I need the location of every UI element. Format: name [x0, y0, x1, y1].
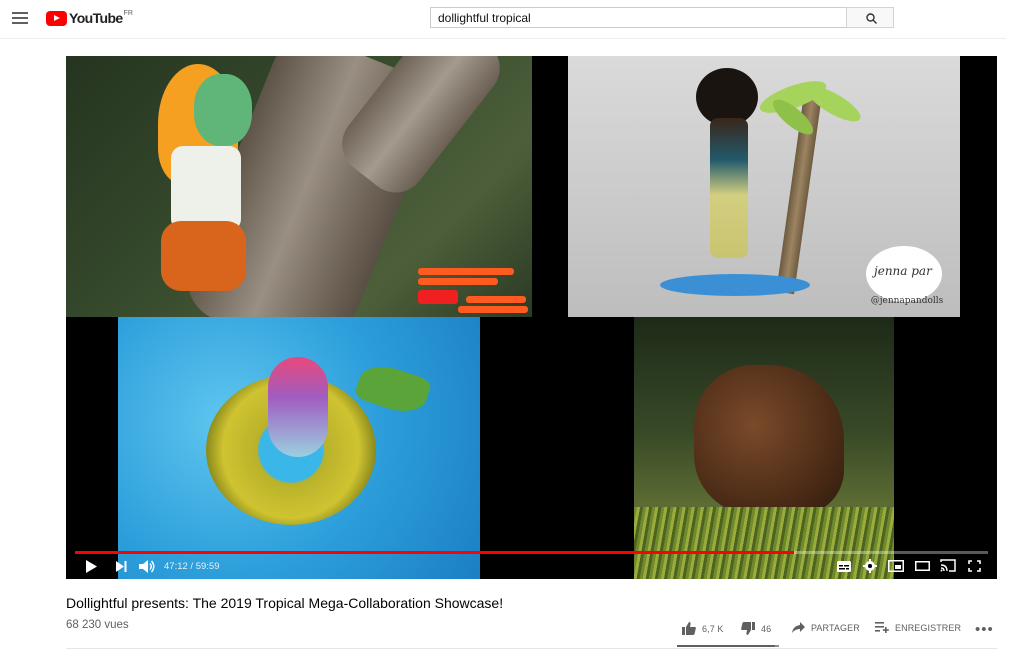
info-divider	[66, 648, 997, 649]
player-controls: 47:12 / 59:59	[66, 556, 997, 579]
sentiment-like-fill	[677, 645, 775, 647]
share-label: PARTAGER	[811, 622, 860, 633]
time-display: 47:12 / 59:59	[164, 561, 219, 572]
playlist-add-icon	[875, 622, 889, 633]
time-total: 59:59	[195, 561, 220, 572]
logo-region: FR	[123, 9, 133, 17]
settings-icon[interactable]	[863, 559, 877, 573]
miniplayer-icon[interactable]	[888, 560, 904, 572]
jenna-logo: jenna par	[866, 246, 942, 302]
video-frame-bottom-left	[118, 317, 480, 579]
progress-bar[interactable]	[75, 551, 988, 554]
jenna-handle: @jennapandolls	[870, 296, 944, 306]
like-count: 6,7 K	[702, 623, 724, 634]
volume-icon[interactable]	[139, 560, 155, 573]
time-separator: /	[187, 561, 196, 572]
menu-icon[interactable]	[12, 11, 28, 25]
search-input[interactable]	[430, 7, 846, 28]
progress-played	[75, 551, 794, 554]
cast-icon[interactable]	[940, 559, 956, 572]
dislike-button[interactable]: 46	[741, 622, 771, 635]
jenna-logo-text: jenna par	[874, 264, 932, 278]
share-button[interactable]: PARTAGER	[792, 622, 860, 633]
youtube-logo-icon	[46, 10, 67, 26]
logo-text: YouTube	[69, 10, 123, 26]
play-icon[interactable]	[85, 560, 97, 573]
save-button[interactable]: ENREGISTRER	[875, 622, 961, 633]
youtube-logo[interactable]: YouTube FR	[46, 9, 133, 27]
save-label: ENREGISTRER	[895, 622, 962, 633]
dislike-count: 46	[761, 623, 772, 634]
theater-icon[interactable]	[915, 561, 930, 571]
masthead: YouTube FR	[0, 0, 1024, 38]
like-button[interactable]: 6,7 K	[682, 622, 724, 635]
sentiment-bar	[677, 645, 779, 647]
video-frame-top-left	[66, 56, 532, 317]
fullscreen-icon[interactable]	[968, 560, 981, 572]
watermark-lilys-customs	[418, 266, 530, 314]
more-actions-button[interactable]: •••	[975, 621, 994, 638]
video-player[interactable]: jenna par @jennapandolls 47:12 / 59:59	[66, 56, 997, 579]
search-button[interactable]	[846, 7, 894, 28]
thumbs-up-icon	[682, 622, 696, 635]
video-frame-bottom-right	[634, 317, 894, 579]
video-frame-top-right: jenna par @jennapandolls	[568, 56, 960, 317]
next-icon[interactable]	[116, 561, 127, 572]
thumbs-down-icon	[741, 622, 755, 635]
search-icon	[866, 13, 877, 24]
time-current: 47:12	[164, 561, 188, 572]
video-title: Dollightful presents: The 2019 Tropical …	[66, 595, 504, 611]
view-count: 68 230 vues	[66, 619, 129, 631]
header-divider	[0, 38, 1006, 39]
share-icon	[792, 622, 805, 633]
subtitles-icon[interactable]	[837, 561, 851, 572]
